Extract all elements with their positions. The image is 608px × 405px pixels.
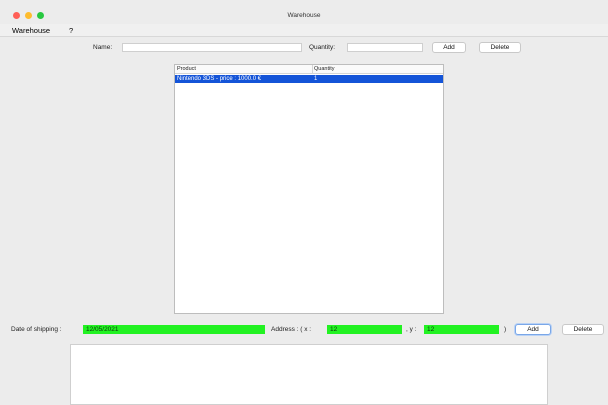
address-y-input[interactable]: 12 — [424, 325, 499, 334]
quantity-input[interactable] — [347, 43, 423, 52]
quantity-label: Quantity: — [309, 44, 336, 51]
table-row[interactable]: Nintendo 3DS - price : 1000.0 € 1 — [175, 75, 443, 83]
product-table[interactable]: Product Quantity Nintendo 3DS - price : … — [174, 64, 444, 314]
add-product-button[interactable]: Add — [432, 42, 466, 53]
quantity-cell: 1 — [314, 76, 318, 82]
delete-product-button[interactable]: Delete — [479, 42, 521, 53]
name-input[interactable] — [122, 43, 302, 52]
name-label: Name: — [93, 44, 113, 51]
address-close-paren: ) — [504, 326, 507, 333]
menu-bar: Warehouse ? — [0, 24, 608, 37]
menu-warehouse[interactable]: Warehouse — [12, 26, 50, 35]
column-header-product[interactable]: Product — [177, 66, 196, 72]
add-shipping-button[interactable]: Add — [515, 324, 551, 335]
menu-help[interactable]: ? — [69, 26, 73, 35]
address-x-input[interactable]: 12 — [327, 325, 402, 334]
delete-shipping-button[interactable]: Delete — [562, 324, 604, 335]
date-of-shipping-label: Date of shipping : — [11, 326, 62, 333]
date-of-shipping-input[interactable]: 12/05/2021 — [83, 325, 265, 334]
column-divider — [312, 65, 313, 74]
window-titlebar: Warehouse — [0, 8, 608, 24]
product-cell: Nintendo 3DS - price : 1000.0 € — [177, 76, 262, 82]
table-header: Product Quantity — [175, 65, 443, 74]
shipping-details-textarea[interactable] — [70, 344, 548, 405]
address-x-label: Address : ( x : — [271, 326, 312, 333]
address-y-label: , y : — [406, 326, 417, 333]
window-title: Warehouse — [287, 12, 321, 19]
column-header-quantity[interactable]: Quantity — [314, 66, 334, 72]
